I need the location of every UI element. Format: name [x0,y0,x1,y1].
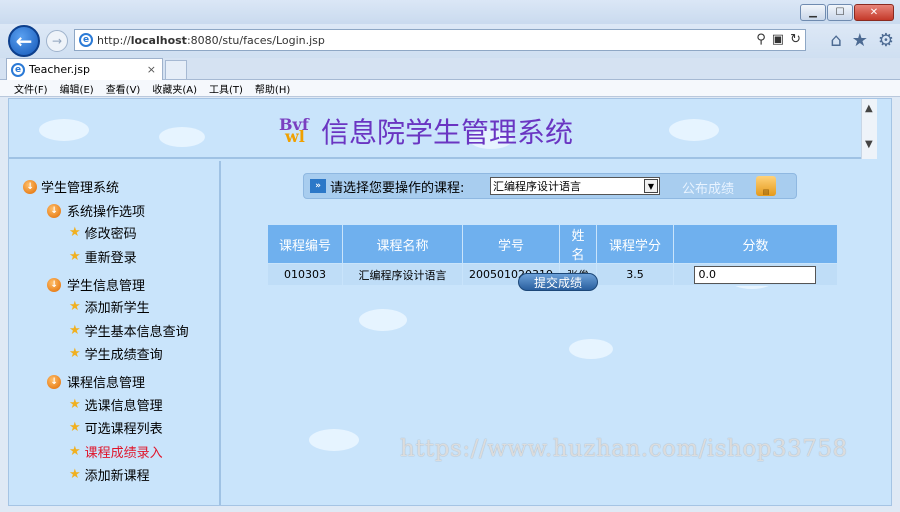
star-icon: ★ [69,346,81,361]
sidebar-item-enrollment[interactable]: ★ 选课信息管理 [69,395,163,414]
close-window-button[interactable]: ✕ [854,4,894,21]
ie-icon: e [79,33,93,47]
col-course-id: 课程编号 [267,224,343,264]
cell-credit: 3.5 [595,263,674,286]
star-icon: ★ [69,299,81,314]
sidebar-group-student[interactable]: ↓ 学生信息管理 [47,275,145,294]
publish-icon[interactable]: ▤ [756,176,776,196]
expand-icon: ↓ [47,374,61,389]
course-selector-bar: » 请选择您要操作的课程: 汇编程序设计语言 ▼ 公布成绩 ▤ [303,173,797,199]
chevron-down-icon[interactable]: ▼ [644,179,658,193]
sidebar-item-student-grades[interactable]: ★ 学生成绩查询 [69,344,163,363]
forward-button[interactable]: → [46,30,68,52]
gear-icon[interactable]: ⚙ [878,30,894,51]
site-logo: Bvf wl [279,115,309,146]
window-titlebar: ▁ ☐ ✕ [0,0,900,26]
star-icon: ★ [69,249,81,264]
page-title: 信息院学生管理系统 [321,116,574,149]
address-input[interactable]: e http://localhost:8080/stu/faces/Login.… [74,29,806,51]
sidebar-item-add-course[interactable]: ★ 添加新课程 [69,465,150,484]
col-credit: 课程学分 [595,224,674,264]
menu-help[interactable]: 帮助(H) [255,81,290,96]
address-bar-row: ← → e http://localhost:8080/stu/faces/Lo… [0,24,900,58]
cell-course-id: 010303 [267,263,343,286]
star-icon: ★ [69,397,81,412]
menu-file[interactable]: 文件(F) [14,81,48,96]
col-student-id: 学号 [462,224,560,264]
col-score: 分数 [672,224,838,264]
star-icon: ★ [69,323,81,338]
scroll-up-icon[interactable]: ▲ [865,103,873,114]
publish-grades-link[interactable]: 公布成绩 [682,178,734,197]
tab-title: Teacher.jsp [29,63,90,76]
cell-course-name: 汇编程序设计语言 [342,263,463,286]
score-input[interactable]: 0.0 [694,265,817,284]
scroll-down-icon[interactable]: ▼ [865,139,873,150]
expand-icon: ↓ [47,277,61,292]
sidebar-item-course-list[interactable]: ★ 可选课程列表 [69,418,163,437]
menu-edit[interactable]: 编辑(E) [60,81,94,96]
tab-teacher[interactable]: e Teacher.jsp × [6,58,163,80]
home-icon[interactable]: ⌂ [830,30,841,51]
maximize-button[interactable]: ☐ [827,4,853,21]
sidebar-item-add-student[interactable]: ★ 添加新学生 [69,297,150,316]
expand-icon: ↓ [47,203,61,218]
double-chevron-icon: » [310,179,326,193]
minimize-button[interactable]: ▁ [800,4,826,21]
menu-view[interactable]: 查看(V) [106,81,141,96]
new-tab-button[interactable] [165,60,187,80]
menu-bar: 文件(F) 编辑(E) 查看(V) 收藏夹(A) 工具(T) 帮助(H) [0,80,900,97]
sidebar-nav: ↓ 学生管理系统 ↓ 系统操作选项 ★ 修改密码 ★ 重新登录 ↓ 学生信息管理… [9,161,221,505]
star-icon: ★ [69,444,81,459]
close-tab-icon[interactable]: × [147,63,156,76]
star-icon: ★ [69,225,81,240]
expand-icon: ↓ [23,179,37,194]
refresh-icon[interactable]: ↻ [790,32,801,47]
watermark-text: https://www.huzhan.com/ishop33758 [400,436,848,462]
ie-icon: e [11,62,25,77]
search-icon[interactable]: ⚲ [756,32,766,47]
sidebar-item-change-password[interactable]: ★ 修改密码 [69,223,137,242]
star-icon: ★ [69,420,81,435]
col-course-name: 课程名称 [342,224,463,264]
menu-tools[interactable]: 工具(T) [209,81,243,96]
menu-favorites[interactable]: 收藏夹(A) [152,81,197,96]
sidebar-group-system[interactable]: ↓ 系统操作选项 [47,201,145,220]
back-button[interactable]: ← [8,25,40,57]
header-scrollbar[interactable]: ▲ ▼ [861,99,877,159]
course-prompt: 请选择您要操作的课程: [330,180,465,196]
course-select[interactable]: 汇编程序设计语言 ▼ [490,177,660,195]
page-header: Bvf wl 信息院学生管理系统 ▲ ▼ [9,99,877,159]
submit-grades-button[interactable]: 提交成绩 [518,273,598,291]
tab-strip: e Teacher.jsp × [0,58,900,80]
sidebar-item-grade-entry[interactable]: ★ 课程成绩录入 [69,442,163,461]
sidebar-item-student-info[interactable]: ★ 学生基本信息查询 [69,321,189,340]
star-icon: ★ [69,467,81,482]
sidebar-root[interactable]: ↓ 学生管理系统 [23,177,119,196]
compat-view-icon[interactable]: ▣ [772,32,784,47]
col-name: 姓名 [558,224,597,264]
sidebar-item-relogin[interactable]: ★ 重新登录 [69,247,137,266]
favorites-star-icon[interactable]: ★ [852,30,868,51]
sidebar-group-course[interactable]: ↓ 课程信息管理 [47,372,145,391]
